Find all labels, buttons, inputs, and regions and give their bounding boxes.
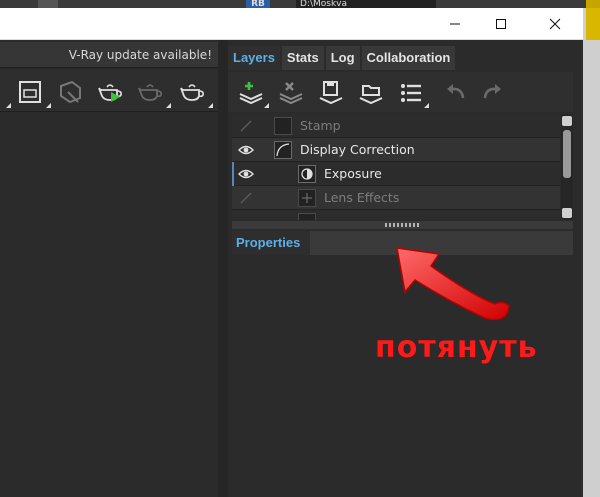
render-toolbar: [0, 70, 218, 112]
layers-tree: Stamp Display Correction Exposure Lens E…: [232, 114, 560, 220]
dropdown-corner: [424, 103, 429, 108]
save-layer-icon: [319, 81, 343, 105]
layer-row-lens-effects[interactable]: Lens Effects: [232, 186, 560, 210]
teapot-render-interactive-icon: [98, 84, 122, 102]
exposure-layer-icon: [298, 165, 316, 183]
render-interactive-button[interactable]: [96, 78, 124, 106]
save-layer-button[interactable]: [316, 78, 346, 108]
scroll-down-icon[interactable]: [562, 208, 572, 218]
tab-log[interactable]: Log: [325, 46, 360, 70]
path-chip[interactable]: D:\Moskva: [296, 0, 436, 8]
layer-row-exposure[interactable]: Exposure: [232, 162, 560, 186]
layer-list-button[interactable]: [396, 78, 426, 108]
row-selection-indicator: [232, 162, 234, 186]
eye-icon[interactable]: [238, 143, 254, 157]
list-icon: [401, 84, 421, 102]
scroll-up-icon[interactable]: [562, 116, 572, 126]
minimize-icon: [450, 23, 460, 25]
layer-name: Display Correction: [300, 142, 415, 157]
pane-splitter[interactable]: [218, 40, 228, 497]
hidden-eye-icon[interactable]: [238, 119, 254, 133]
close-button[interactable]: [532, 8, 578, 40]
dropdown-corner: [264, 103, 269, 108]
layer-name: Exposure: [324, 166, 382, 181]
minimize-button[interactable]: [432, 8, 478, 40]
layers-toolbar: [228, 72, 573, 112]
tab-stats[interactable]: Stats: [281, 46, 324, 70]
panel-resize-handle[interactable]: [232, 221, 573, 229]
redo-icon: [483, 84, 501, 99]
frame-icon: [19, 81, 41, 103]
undo-icon: [447, 84, 465, 99]
layer-name: Stamp: [300, 118, 341, 133]
properties-title: Properties: [236, 235, 301, 250]
vray-update-notice[interactable]: V-Ray update available!: [0, 42, 218, 68]
dropdown-corner: [208, 103, 213, 108]
tab-layers[interactable]: Layers: [228, 46, 280, 70]
add-layer-icon: [239, 82, 263, 105]
layer-row-stamp[interactable]: Stamp: [232, 114, 560, 138]
dropdown-corner: [6, 103, 11, 108]
frame-buffer-pane: V-Ray update available!: [0, 40, 218, 497]
rb-chip[interactable]: RB: [246, 0, 270, 8]
scroll-thumb[interactable]: [563, 130, 571, 178]
yellow-edge: [586, 8, 600, 40]
add-layer-button[interactable]: [236, 78, 266, 108]
taskbar-strip: RB D:\Moskva: [0, 0, 600, 8]
teapot-render-disabled-icon: [138, 84, 162, 101]
maximize-icon: [496, 19, 506, 29]
remove-layer-icon: [279, 82, 303, 105]
dropdown-corner: [166, 103, 171, 108]
load-layer-button[interactable]: [356, 78, 386, 108]
frame-button[interactable]: [16, 78, 44, 106]
dropdown-corner: [46, 103, 51, 108]
tab-collaboration[interactable]: Collaboration: [361, 46, 456, 70]
render-disabled-button: [136, 78, 164, 106]
layer-row-display-correction[interactable]: Display Correction: [232, 138, 560, 162]
annotation-text: потянуть: [375, 330, 538, 365]
hidden-eye-icon[interactable]: [238, 191, 254, 205]
teapot-icon: [180, 84, 204, 101]
remove-layer-button[interactable]: [276, 78, 306, 108]
lens-effects-layer-icon: [298, 189, 316, 207]
taskbar-chip[interactable]: [38, 0, 58, 8]
layer-icon: [298, 213, 316, 220]
eye-icon[interactable]: [238, 167, 254, 181]
undo-button[interactable]: [440, 78, 470, 108]
layer-row-partial[interactable]: [232, 210, 560, 220]
yellow-chip: [586, 0, 600, 8]
redo-button[interactable]: [478, 78, 508, 108]
curve-layer-icon: [274, 141, 292, 159]
red-arrow-annotation: [396, 247, 510, 321]
stamp-layer-icon: [274, 117, 292, 135]
render-region-icon: [60, 80, 81, 104]
render-button[interactable]: [178, 78, 206, 106]
panel-tabs: Layers Stats Log Collaboration: [228, 46, 457, 70]
layer-name: Lens Effects: [324, 190, 400, 205]
window-right-edge: [583, 8, 600, 497]
grip-icon[interactable]: [385, 223, 421, 227]
render-region-button[interactable]: [56, 78, 84, 106]
window-titlebar: [0, 8, 583, 40]
close-icon: [549, 18, 561, 30]
layers-scrollbar[interactable]: [561, 114, 573, 220]
load-layer-icon: [359, 85, 383, 105]
maximize-button[interactable]: [478, 8, 524, 40]
